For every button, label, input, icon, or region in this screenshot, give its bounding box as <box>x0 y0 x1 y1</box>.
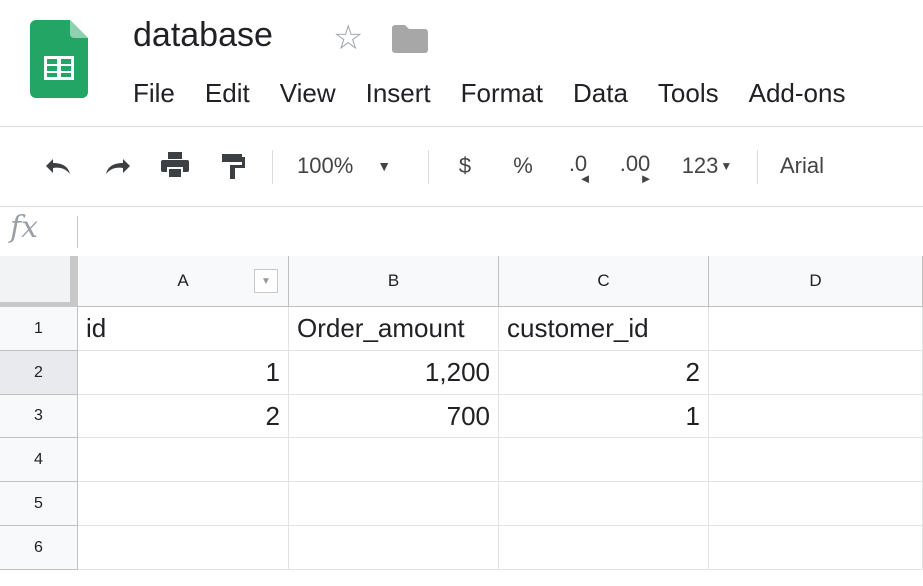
cell-b2[interactable]: 1,200 <box>289 351 499 395</box>
cell-b4[interactable] <box>289 438 499 482</box>
column-header-c[interactable]: C <box>499 256 709 307</box>
toolbar-divider <box>428 150 429 184</box>
menu-view[interactable]: View <box>265 74 351 112</box>
column-label: D <box>809 271 822 290</box>
cell-a1[interactable]: id <box>78 307 289 351</box>
cell-c4[interactable] <box>499 438 709 482</box>
cell-d3[interactable] <box>709 395 923 438</box>
cell-a3[interactable]: 2 <box>78 395 289 438</box>
cell-d6[interactable] <box>709 526 923 570</box>
font-select[interactable]: Arial <box>780 138 860 194</box>
dropdown-icon: ▼ <box>720 159 733 173</box>
row-header-5[interactable]: 5 <box>0 482 78 526</box>
zoom-value: 100% <box>297 153 354 178</box>
menu-file[interactable]: File <box>118 74 190 112</box>
cell-c2[interactable]: 2 <box>499 351 709 395</box>
select-all-corner[interactable] <box>0 256 78 308</box>
menu-bar: File Edit View Insert Format Data Tools … <box>118 74 860 112</box>
cell-c5[interactable] <box>499 482 709 526</box>
cell-b1[interactable]: Order_amount <box>289 307 499 351</box>
menu-format[interactable]: Format <box>446 74 558 112</box>
cell-c3[interactable]: 1 <box>499 395 709 438</box>
redo-icon[interactable] <box>98 138 138 194</box>
fx-icon: fx <box>10 210 39 245</box>
toolbar: 100% ▼ $ % .0 ◄ .00 ► 123 ▼ Arial <box>0 138 923 194</box>
cell-b6[interactable] <box>289 526 499 570</box>
row-header-2[interactable]: 2 <box>0 351 78 395</box>
column-header-b[interactable]: B <box>289 256 499 307</box>
row-header-1[interactable]: 1 <box>0 307 78 351</box>
column-label: B <box>387 271 400 290</box>
toolbar-divider <box>272 150 273 184</box>
decrease-decimals-button[interactable]: .0 ◄ <box>558 138 598 194</box>
document-title[interactable]: database <box>133 16 273 55</box>
cell-a4[interactable] <box>78 438 289 482</box>
menu-add-ons[interactable]: Add-ons <box>734 74 861 112</box>
folder-icon[interactable] <box>392 25 428 58</box>
spreadsheet-grid: A ▼ B C D 1 2 3 4 5 6 id Order_amount cu… <box>0 256 923 586</box>
header-divider <box>0 126 923 127</box>
column-header-d[interactable]: D <box>709 256 923 307</box>
paint-format-icon[interactable] <box>213 138 253 194</box>
filter-dropdown-icon[interactable]: ▼ <box>254 269 278 293</box>
cell-a6[interactable] <box>78 526 289 570</box>
menu-tools[interactable]: Tools <box>643 74 734 112</box>
toolbar-divider <box>757 150 758 184</box>
menu-data[interactable]: Data <box>558 74 643 112</box>
percent-format-button[interactable]: % <box>506 138 540 194</box>
menu-insert[interactable]: Insert <box>351 74 446 112</box>
row-header-3[interactable]: 3 <box>0 395 78 438</box>
star-icon[interactable]: ☆ <box>333 18 363 58</box>
cell-b3[interactable]: 700 <box>289 395 499 438</box>
cell-d4[interactable] <box>709 438 923 482</box>
cell-c1[interactable]: customer_id <box>499 307 709 351</box>
cell-a5[interactable] <box>78 482 289 526</box>
arrow-left-icon: ◄ <box>578 171 592 186</box>
print-icon[interactable] <box>155 138 195 194</box>
cell-a2[interactable]: 1 <box>78 351 289 395</box>
formula-bar-divider <box>77 216 78 248</box>
toolbar-divider-line <box>0 206 923 207</box>
increase-decimals-button[interactable]: .00 ► <box>612 138 658 194</box>
row-header-4[interactable]: 4 <box>0 438 78 482</box>
sheets-logo-icon[interactable] <box>30 20 88 98</box>
cell-d2[interactable] <box>709 351 923 395</box>
arrow-right-icon: ► <box>639 171 653 186</box>
column-label: A <box>177 271 189 290</box>
zoom-dropdown-icon: ▼ <box>377 158 392 174</box>
cell-d5[interactable] <box>709 482 923 526</box>
menu-edit[interactable]: Edit <box>190 74 265 112</box>
more-formats-label: 123 <box>681 153 719 178</box>
undo-icon[interactable] <box>38 138 78 194</box>
more-formats-button[interactable]: 123 ▼ <box>672 138 742 194</box>
cell-b5[interactable] <box>289 482 499 526</box>
cell-c6[interactable] <box>499 526 709 570</box>
zoom-select[interactable]: 100% ▼ <box>297 138 417 194</box>
column-header-a[interactable]: A ▼ <box>78 256 289 307</box>
currency-format-button[interactable]: $ <box>448 138 482 194</box>
column-label: C <box>597 271 610 290</box>
row-header-6[interactable]: 6 <box>0 526 78 570</box>
cell-d1[interactable] <box>709 307 923 351</box>
